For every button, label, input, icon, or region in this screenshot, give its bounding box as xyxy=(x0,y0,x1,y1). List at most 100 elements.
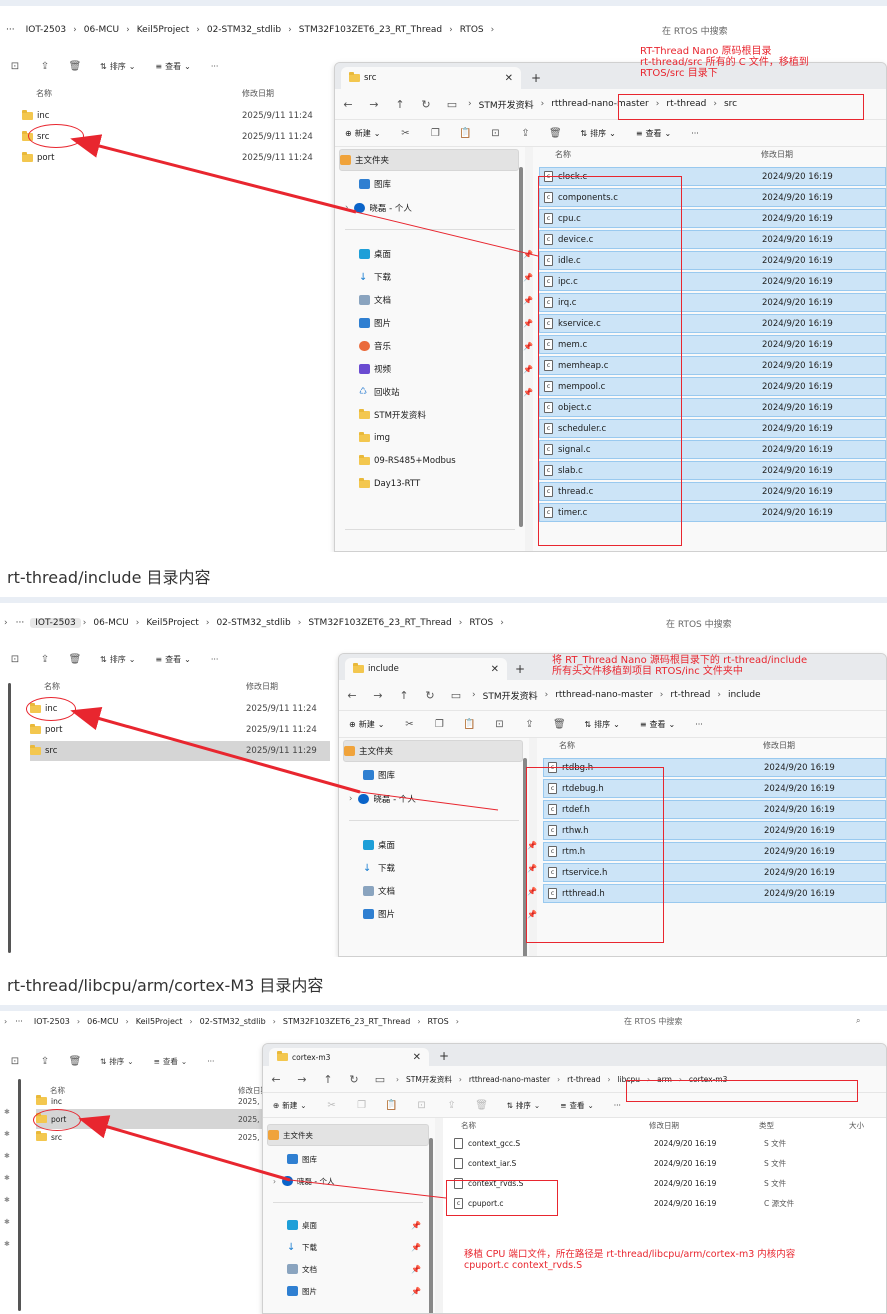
share-icon[interactable]: ⇪ xyxy=(518,128,532,139)
pin-icon[interactable]: 📌 xyxy=(411,1287,421,1296)
view-button[interactable]: ≡ 查看 ⌄ xyxy=(640,719,675,730)
more-button[interactable]: ··· xyxy=(211,655,219,664)
folder-row-selected[interactable]: src 2025/9/11 11:29 xyxy=(30,741,330,761)
sidebar-item-desktop[interactable]: 桌面 📌 xyxy=(363,834,543,856)
pin-icon[interactable]: ✱ xyxy=(4,1101,10,1123)
sidebar-item-gallery[interactable]: 图库 xyxy=(363,764,543,786)
rename-icon[interactable]: ⊡ xyxy=(488,128,502,139)
more-button[interactable]: ··· xyxy=(691,129,699,138)
paste-icon[interactable]: 📋 xyxy=(385,1100,399,1111)
sidebar-item-gallery[interactable]: 图库 xyxy=(287,1148,427,1170)
sort-button[interactable]: ⇅ 排序 ⌄ xyxy=(100,654,135,665)
column-header-size[interactable]: 大小 xyxy=(849,1120,864,1131)
cut-icon[interactable]: ✂ xyxy=(398,128,412,139)
breadcrumb-item[interactable]: 06-MCU xyxy=(82,1017,123,1026)
sort-button[interactable]: ⇅ 排序 ⌄ xyxy=(507,1100,541,1111)
breadcrumb-item[interactable]: IOT-2503 xyxy=(21,25,72,35)
folder-row[interactable]: src 2025, xyxy=(36,1127,296,1147)
breadcrumb-item[interactable]: RTOS xyxy=(464,618,498,628)
breadcrumb-item[interactable]: IOT-2503 xyxy=(30,618,81,628)
paste-icon[interactable]: 📋 xyxy=(458,128,472,139)
tab-src[interactable]: src ✕ xyxy=(341,67,521,89)
pin-icon[interactable]: ✱ xyxy=(4,1189,10,1211)
new-tab-icon[interactable]: + xyxy=(515,662,525,676)
copy-icon[interactable]: ❐ xyxy=(355,1100,369,1111)
folder-row[interactable]: inc 2025, xyxy=(36,1091,296,1111)
cut-icon[interactable]: ✂ xyxy=(402,719,416,730)
breadcrumb-item[interactable]: RTOS xyxy=(455,25,489,35)
monitor-icon[interactable]: ▭ xyxy=(442,98,462,111)
address-bar[interactable]: › STM开发资料 › rtthread-nano-master › rt-threa… xyxy=(469,689,765,702)
pin-icon[interactable]: 📌 xyxy=(411,1243,421,1252)
sidebar-item-personal[interactable]: › 晓磊 - 个人 xyxy=(345,197,525,219)
more-button[interactable]: ··· xyxy=(211,62,219,71)
chevron-right-icon[interactable]: › xyxy=(349,794,352,804)
refresh-icon[interactable]: ↻ xyxy=(416,98,436,111)
more-button[interactable]: ··· xyxy=(207,1057,214,1066)
share-icon[interactable]: ⇪ xyxy=(445,1100,459,1111)
sort-button[interactable]: ⇅ 排序 ⌄ xyxy=(100,1056,134,1067)
pin-icon[interactable]: 📌 xyxy=(523,250,533,259)
pin-icon[interactable]: ✱ xyxy=(4,1233,10,1255)
column-header-name[interactable]: 名称 xyxy=(555,149,571,160)
rename-icon[interactable]: ⊡ xyxy=(415,1100,429,1111)
left-scrollbar[interactable] xyxy=(18,1079,21,1311)
new-tab-icon[interactable]: + xyxy=(531,71,541,85)
pin-icon[interactable]: ✱ xyxy=(4,1167,10,1189)
sidebar-item-personal[interactable]: › 晓磊 - 个人 xyxy=(349,788,529,810)
new-button[interactable]: ⊕ 新建 ⌄ xyxy=(349,719,384,730)
column-header-type[interactable]: 类型 xyxy=(759,1120,774,1131)
sidebar-item-documents[interactable]: 文档 📌 xyxy=(287,1258,427,1280)
column-header-date[interactable]: 修改日期 xyxy=(761,149,793,160)
breadcrumb-overflow[interactable]: ··· xyxy=(0,25,21,35)
pin-icon[interactable]: 📌 xyxy=(523,388,533,397)
back-icon[interactable]: ← xyxy=(342,689,362,702)
refresh-icon[interactable]: ↻ xyxy=(420,689,440,702)
pin-icon[interactable]: 📌 xyxy=(411,1265,421,1274)
pin-icon[interactable]: ✱ xyxy=(4,1211,10,1233)
sidebar-item-gallery[interactable]: 图库 xyxy=(359,173,539,195)
share-icon[interactable]: ⇪ xyxy=(38,1056,52,1067)
breadcrumb-item[interactable]: STM32F103ZET6_23_RT_Thread xyxy=(303,618,456,628)
left-scrollbar[interactable] xyxy=(8,683,11,953)
ai-icon[interactable]: ⊡ xyxy=(8,654,22,665)
folder-row[interactable]: port 2025/9/11 11:24 xyxy=(30,720,330,740)
sort-button[interactable]: ⇅ 排序 ⌄ xyxy=(580,128,615,139)
breadcrumb-item[interactable]: 02-STM32_stdlib xyxy=(211,618,295,628)
back-icon[interactable]: ← xyxy=(266,1073,286,1086)
tab-include[interactable]: include ✕ xyxy=(345,658,507,680)
sidebar-item-pictures[interactable]: 图片 📌 xyxy=(287,1280,427,1302)
sidebar-item-desktop[interactable]: 桌面 📌 xyxy=(287,1214,427,1236)
tab-cortex-m3[interactable]: cortex-m3 ✕ xyxy=(269,1048,429,1066)
file-row[interactable]: context_gcc.S 2024/9/20 16:19 S 文件 xyxy=(449,1134,886,1153)
more-button[interactable]: ··· xyxy=(614,1101,621,1110)
file-row[interactable]: context_iar.S 2024/9/20 16:19 S 文件 xyxy=(449,1154,886,1173)
column-header-date[interactable]: 修改日期 xyxy=(763,740,795,751)
delete-icon[interactable]: 🗑 xyxy=(68,654,82,665)
delete-icon[interactable]: 🗑 xyxy=(548,128,562,139)
paste-icon[interactable]: 📋 xyxy=(462,719,476,730)
chevron-right-icon[interactable]: › xyxy=(273,1177,276,1186)
sidebar-item-documents[interactable]: 文档 📌 xyxy=(363,880,543,902)
sidebar-item-pictures[interactable]: 图片 📌 xyxy=(363,903,543,925)
refresh-icon[interactable]: ↻ xyxy=(344,1073,364,1086)
sidebar-item-home[interactable]: 主文件夹 xyxy=(343,740,523,762)
breadcrumb-item[interactable]: STM32F103ZET6_23_RT_Thread xyxy=(294,25,447,35)
delete-icon[interactable]: 🗑 xyxy=(68,61,82,72)
breadcrumb-item[interactable]: 06-MCU xyxy=(88,618,133,628)
column-header-name[interactable]: 名称 xyxy=(559,740,575,751)
view-button[interactable]: ≡ 查看 ⌄ xyxy=(155,61,190,72)
sort-button[interactable]: ⇅ 排序 ⌄ xyxy=(584,719,619,730)
up-icon[interactable]: ↑ xyxy=(394,689,414,702)
breadcrumb-item[interactable]: Keil5Project xyxy=(131,1017,188,1026)
folder-row[interactable]: port 2025/9/11 11:24 xyxy=(22,148,322,168)
monitor-icon[interactable]: ▭ xyxy=(370,1073,390,1086)
up-icon[interactable]: ↑ xyxy=(390,98,410,111)
pin-icon[interactable]: 📌 xyxy=(411,1221,421,1230)
sidebar-item-img[interactable]: img xyxy=(359,427,539,449)
sidebar-item-day13[interactable]: Day13-RTT xyxy=(359,473,539,495)
breadcrumb-item[interactable]: IOT-2503 xyxy=(29,1017,75,1026)
sidebar-item-downloads[interactable]: ↓ 下载 📌 xyxy=(359,266,539,288)
share-icon[interactable]: ⇪ xyxy=(38,61,52,72)
pin-icon[interactable]: ✱ xyxy=(4,1145,10,1167)
